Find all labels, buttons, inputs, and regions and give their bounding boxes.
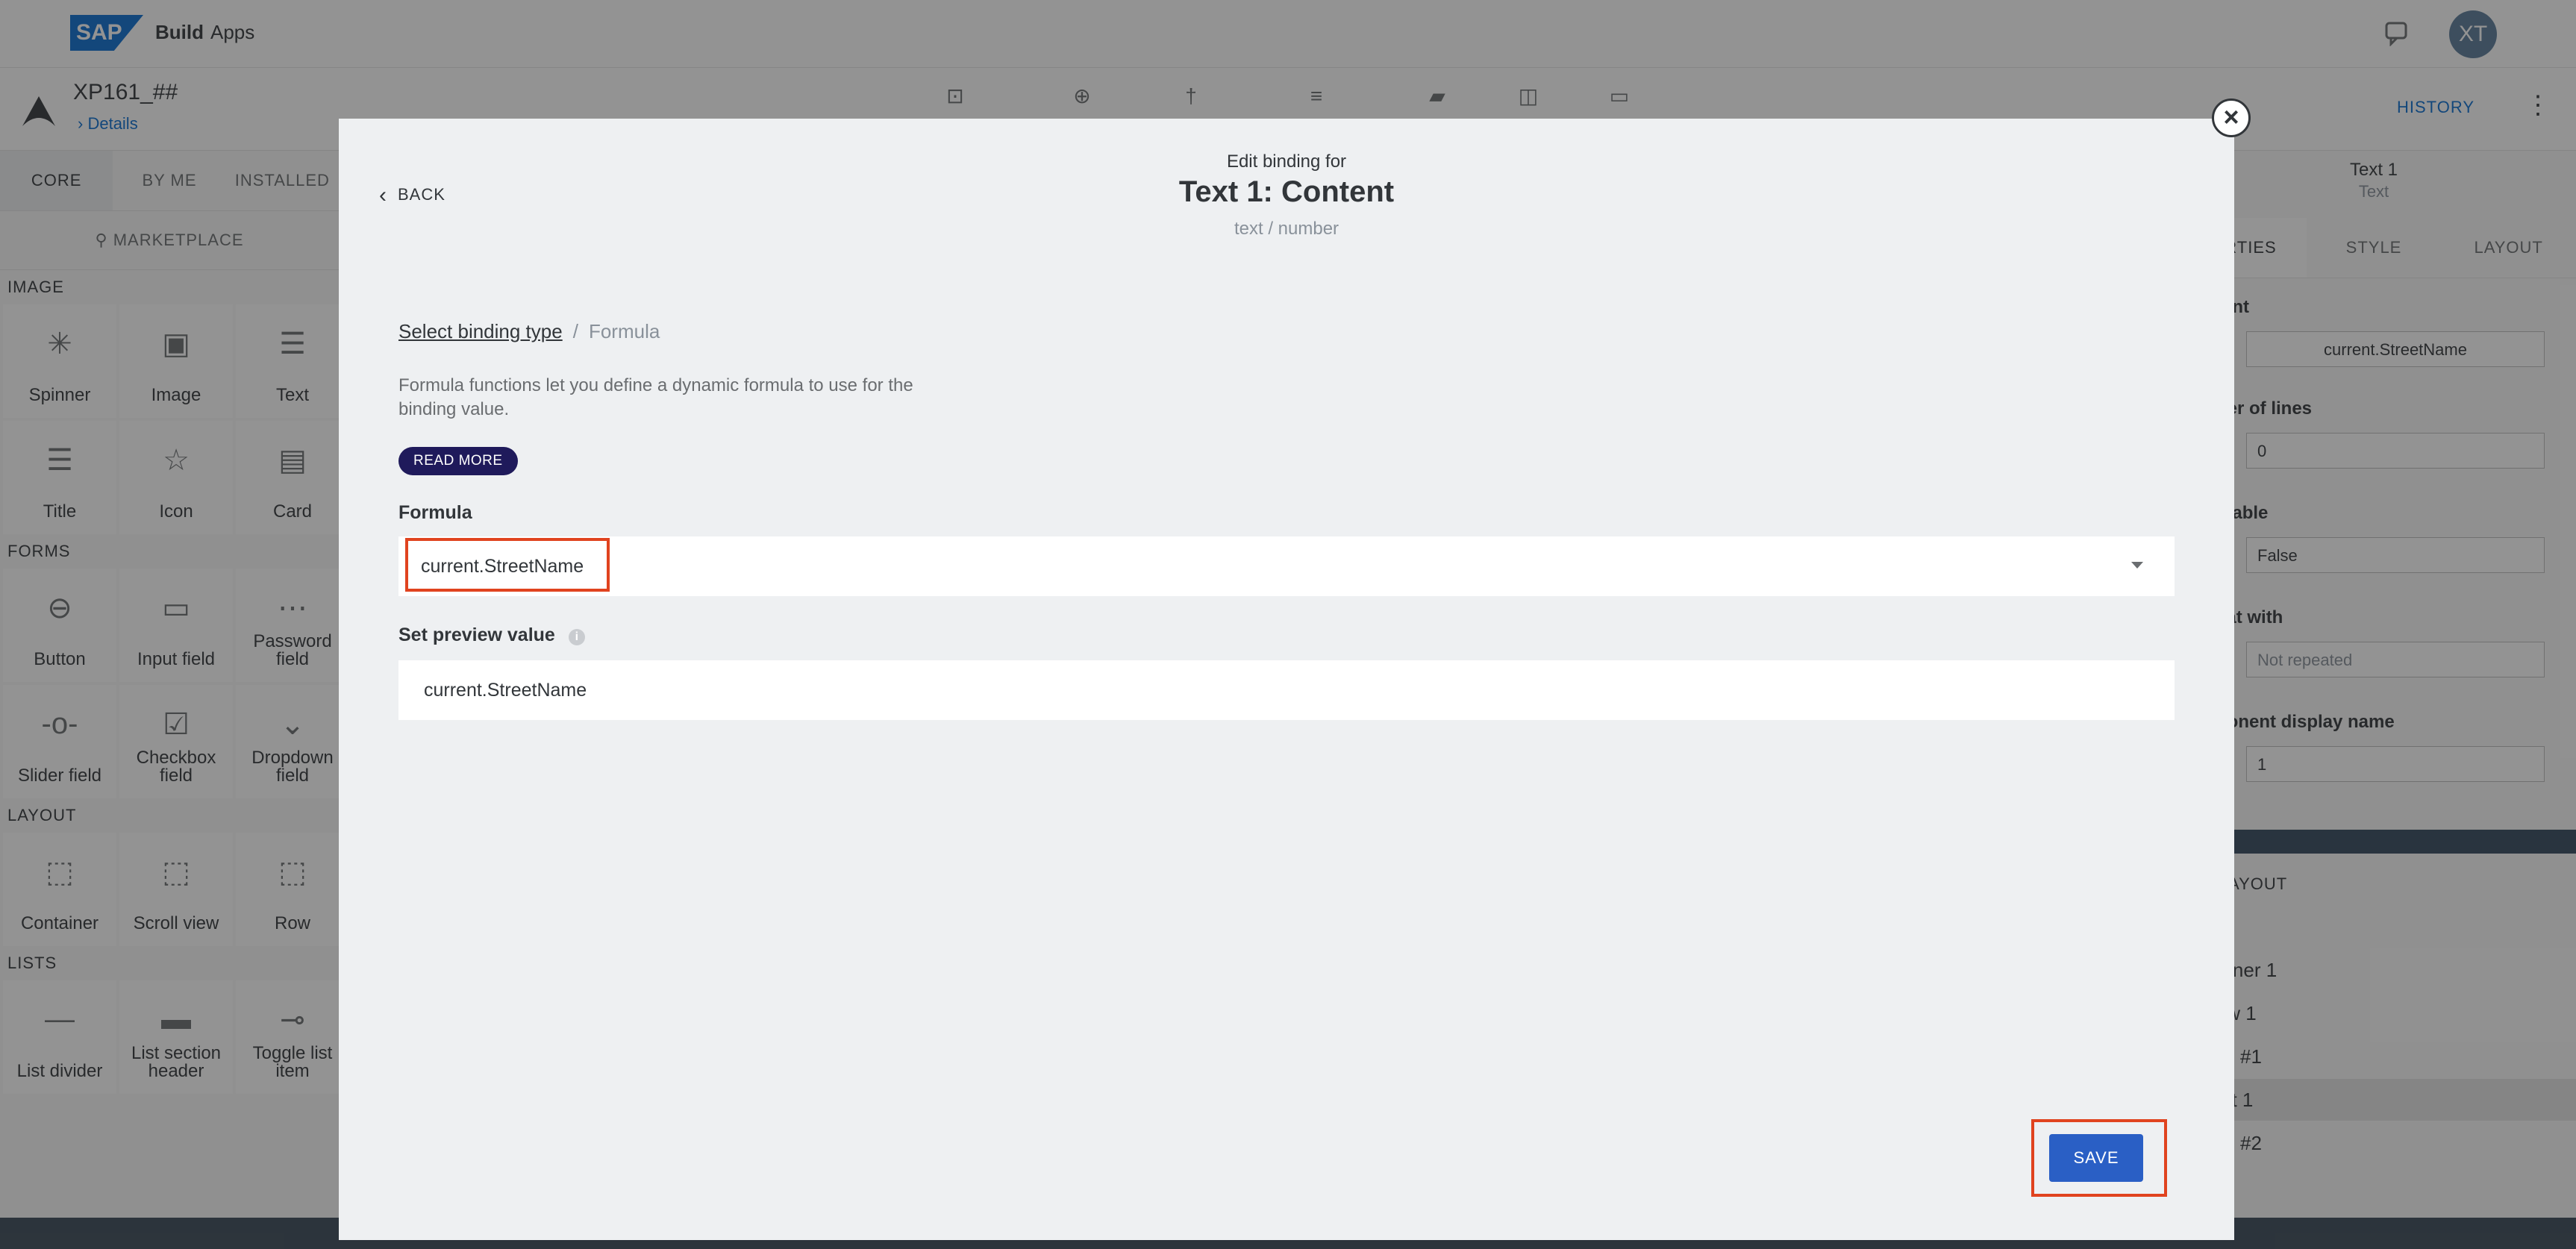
dialog-title: Text 1: Content <box>1178 175 1395 208</box>
read-more-button[interactable]: READ MORE <box>398 447 518 475</box>
formula-label: Formula <box>398 502 472 523</box>
close-dialog-icon[interactable]: × <box>2212 98 2251 137</box>
binding-data-type: text / number <box>1234 219 1339 239</box>
edit-binding-dialog: ‹ BACK Edit binding for Text 1: Content t… <box>339 119 2234 1240</box>
preview-value-label: Set preview value i <box>398 624 585 646</box>
dialog-subtitle: Edit binding for <box>1226 151 1347 172</box>
info-icon[interactable]: i <box>568 629 585 645</box>
formula-description: Formula functions let you define a dynam… <box>398 375 913 419</box>
formula-input[interactable]: current.StreetName <box>398 536 2175 596</box>
breadcrumb-separator: / <box>572 320 578 342</box>
breadcrumb-current: Formula <box>588 320 660 342</box>
breadcrumb-select-binding-type[interactable]: Select binding type <box>398 320 563 342</box>
preview-value-input[interactable]: current.StreetName <box>398 660 2175 720</box>
formula-value-highlight <box>405 538 610 592</box>
caret-down-icon[interactable] <box>2131 562 2143 569</box>
save-button[interactable]: SAVE <box>2049 1134 2143 1182</box>
breadcrumb: Select binding type / Formula <box>398 320 660 343</box>
preview-label-text: Set preview value <box>398 624 555 645</box>
